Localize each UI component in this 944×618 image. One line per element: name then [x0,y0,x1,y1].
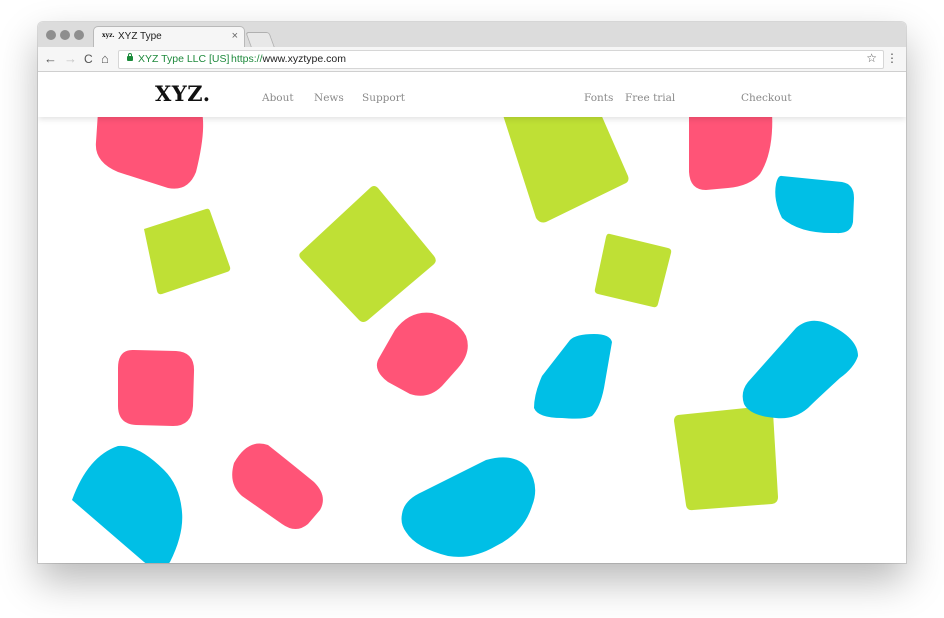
green-shape [502,112,629,223]
green-shape [674,405,778,511]
tab-xyz-type[interactable]: xyz. XYZ Type × [93,26,245,48]
forward-icon[interactable]: → [64,51,77,67]
favicon-icon: xyz. [102,32,115,39]
tab-close-icon[interactable]: × [232,30,238,42]
pink-shape [376,312,468,396]
maximize-window-button[interactable] [74,30,84,40]
lock-icon [127,53,133,61]
nav-about[interactable]: About [262,92,294,104]
green-shape [594,233,672,308]
tab-strip: xyz. XYZ Type × [38,22,906,48]
tab-title: XYZ Type [118,31,162,42]
url-scheme: https:// [231,53,263,65]
green-shape [144,208,231,295]
reload-icon[interactable]: C [84,51,93,67]
site-identity[interactable]: XYZ Type LLC [US] [138,53,229,65]
address-bar[interactable]: XYZ Type LLC [US] https://www.xyztype.co… [118,50,884,69]
browser-menu-icon[interactable]: ⋮ [886,50,898,66]
home-icon[interactable]: ⌂ [101,51,109,67]
blue-shape [775,175,854,234]
pink-shape [95,112,204,189]
nav-support[interactable]: Support [362,92,405,104]
url-text[interactable]: https://www.xyztype.com [231,53,346,65]
blue-shape [742,320,858,419]
site-logo[interactable]: XYZ. [155,81,211,106]
pink-shape [689,112,773,190]
nav-news[interactable]: News [314,92,344,104]
nav-checkout[interactable]: Checkout [741,92,792,104]
back-icon[interactable]: ← [44,51,57,67]
blue-shape [401,457,536,557]
decorative-shapes [72,112,858,563]
blue-shape [72,445,183,563]
nav-free-trial[interactable]: Free trial [625,92,675,104]
new-tab-button[interactable] [245,32,275,47]
pink-shape [118,349,195,426]
pink-shape [232,443,323,529]
nav-fonts[interactable]: Fonts [584,92,613,104]
close-window-button[interactable] [46,30,56,40]
browser-window: xyz. XYZ Type × ← → C ⌂ XYZ Type LLC [US… [38,22,906,563]
url-host: www.xyztype.com [262,53,346,65]
green-shape [299,186,436,322]
browser-toolbar: ← → C ⌂ XYZ Type LLC [US] https://www.xy… [38,47,906,72]
blue-shape [534,334,612,419]
page-viewport: XYZ. About News Support Fonts Free trial… [38,72,906,563]
minimize-window-button[interactable] [60,30,70,40]
bookmark-star-icon[interactable]: ☆ [866,51,877,65]
site-header: XYZ. About News Support Fonts Free trial… [38,72,906,117]
